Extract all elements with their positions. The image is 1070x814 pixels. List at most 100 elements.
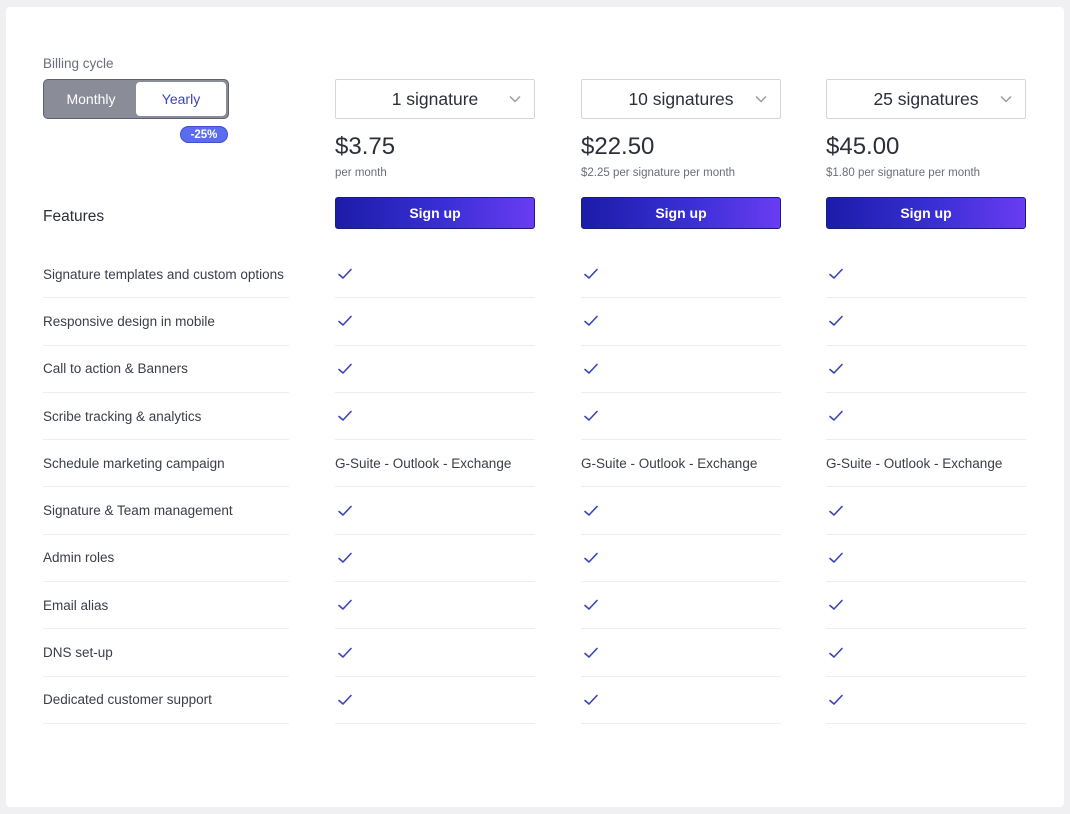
plan-3-price: $45.00 (826, 133, 1026, 161)
check-icon (583, 597, 599, 613)
plan-feature-cell (826, 346, 1026, 393)
feature-row: Schedule marketing campaign (43, 440, 289, 487)
feature-list: Signature templates and custom options R… (43, 251, 289, 724)
plan-3-price-note: $1.80 per signature per month (826, 167, 1026, 181)
plan-feature-cell (826, 251, 1026, 298)
plan-feature-cell (335, 629, 535, 676)
plan-2-price: $22.50 (581, 133, 781, 161)
plan-3-select-value: 25 signatures (873, 89, 978, 110)
plan-feature-cell (826, 629, 1026, 676)
plan-feature-cell (581, 346, 781, 393)
plan-2-features: G-Suite - Outlook - Exchange (581, 251, 781, 724)
plan-1-quantity-select[interactable]: 1 signature (335, 79, 535, 119)
plan-2-header: 10 signatures $22.50 $2.25 per signature… (581, 79, 781, 229)
feature-row: Dedicated customer support (43, 677, 289, 724)
plan-feature-text: G-Suite - Outlook - Exchange (581, 456, 757, 471)
check-icon (828, 361, 844, 377)
check-icon (583, 361, 599, 377)
plan-feature-cell (581, 629, 781, 676)
plan-feature-cell (335, 677, 535, 724)
plan-feature-cell: G-Suite - Outlook - Exchange (335, 440, 535, 487)
plan-feature-cell (335, 251, 535, 298)
plan-feature-cell (826, 677, 1026, 724)
check-icon (337, 313, 353, 329)
check-icon (583, 266, 599, 282)
billing-cycle-toggle[interactable]: Monthly Yearly (43, 79, 229, 119)
check-icon (828, 692, 844, 708)
check-icon (337, 361, 353, 377)
billing-option-yearly[interactable]: Yearly (136, 82, 226, 116)
plan-2-quantity-select[interactable]: 10 signatures (581, 79, 781, 119)
check-icon (583, 645, 599, 661)
plan-feature-cell (826, 298, 1026, 345)
feature-row: Admin roles (43, 535, 289, 582)
plan-feature-cell (581, 582, 781, 629)
check-icon (828, 550, 844, 566)
feature-row: Signature & Team management (43, 487, 289, 534)
plan-feature-cell (335, 582, 535, 629)
check-icon (337, 550, 353, 566)
plan-2-signup-button[interactable]: Sign up (581, 197, 781, 229)
plan-feature-cell (826, 393, 1026, 440)
plan-feature-cell: G-Suite - Outlook - Exchange (581, 440, 781, 487)
plan-feature-cell (335, 346, 535, 393)
chevron-down-icon (999, 92, 1013, 106)
check-icon (583, 550, 599, 566)
check-icon (828, 408, 844, 424)
check-icon (337, 597, 353, 613)
feature-row: Responsive design in mobile (43, 298, 289, 345)
feature-row: DNS set-up (43, 629, 289, 676)
plan-3-features: G-Suite - Outlook - Exchange (826, 251, 1026, 724)
check-icon (828, 313, 844, 329)
check-icon (828, 597, 844, 613)
plan-feature-cell (826, 487, 1026, 534)
check-icon (828, 645, 844, 661)
plan-feature-cell: G-Suite - Outlook - Exchange (826, 440, 1026, 487)
check-icon (828, 266, 844, 282)
plan-feature-cell (335, 393, 535, 440)
plan-2-price-note: $2.25 per signature per month (581, 167, 781, 181)
discount-badge: -25% (180, 126, 228, 143)
plan-feature-cell (335, 298, 535, 345)
plan-feature-cell (826, 535, 1026, 582)
check-icon (337, 266, 353, 282)
features-heading: Features (43, 208, 104, 226)
plan-feature-cell (581, 677, 781, 724)
billing-cycle-label: Billing cycle (43, 56, 114, 71)
plan-feature-cell (581, 251, 781, 298)
plan-feature-text: G-Suite - Outlook - Exchange (335, 456, 511, 471)
plan-1-features: G-Suite - Outlook - Exchange (335, 251, 535, 724)
plan-feature-cell (335, 535, 535, 582)
plan-1-price-note: per month (335, 167, 535, 181)
plan-feature-text: G-Suite - Outlook - Exchange (826, 456, 1002, 471)
plan-2-select-value: 10 signatures (628, 89, 733, 110)
plan-feature-cell (581, 487, 781, 534)
check-icon (583, 408, 599, 424)
plan-1-signup-button[interactable]: Sign up (335, 197, 535, 229)
check-icon (337, 692, 353, 708)
plan-feature-cell (581, 393, 781, 440)
plan-1-price: $3.75 (335, 133, 535, 161)
check-icon (583, 503, 599, 519)
plan-3-header: 25 signatures $45.00 $1.80 per signature… (826, 79, 1026, 229)
plan-1-header: 1 signature $3.75 per month Sign up (335, 79, 535, 229)
check-icon (583, 313, 599, 329)
plan-feature-cell (581, 298, 781, 345)
plan-feature-cell (335, 487, 535, 534)
check-icon (583, 692, 599, 708)
chevron-down-icon (508, 92, 522, 106)
plan-1-select-value: 1 signature (392, 89, 479, 110)
plan-feature-cell (581, 535, 781, 582)
plan-3-signup-button[interactable]: Sign up (826, 197, 1026, 229)
chevron-down-icon (754, 92, 768, 106)
feature-row: Call to action & Banners (43, 346, 289, 393)
feature-row: Signature templates and custom options (43, 251, 289, 298)
feature-row: Email alias (43, 582, 289, 629)
check-icon (337, 503, 353, 519)
plan-3-quantity-select[interactable]: 25 signatures (826, 79, 1026, 119)
check-icon (337, 645, 353, 661)
check-icon (828, 503, 844, 519)
billing-option-monthly[interactable]: Monthly (46, 82, 136, 116)
feature-row: Scribe tracking & analytics (43, 393, 289, 440)
check-icon (337, 408, 353, 424)
